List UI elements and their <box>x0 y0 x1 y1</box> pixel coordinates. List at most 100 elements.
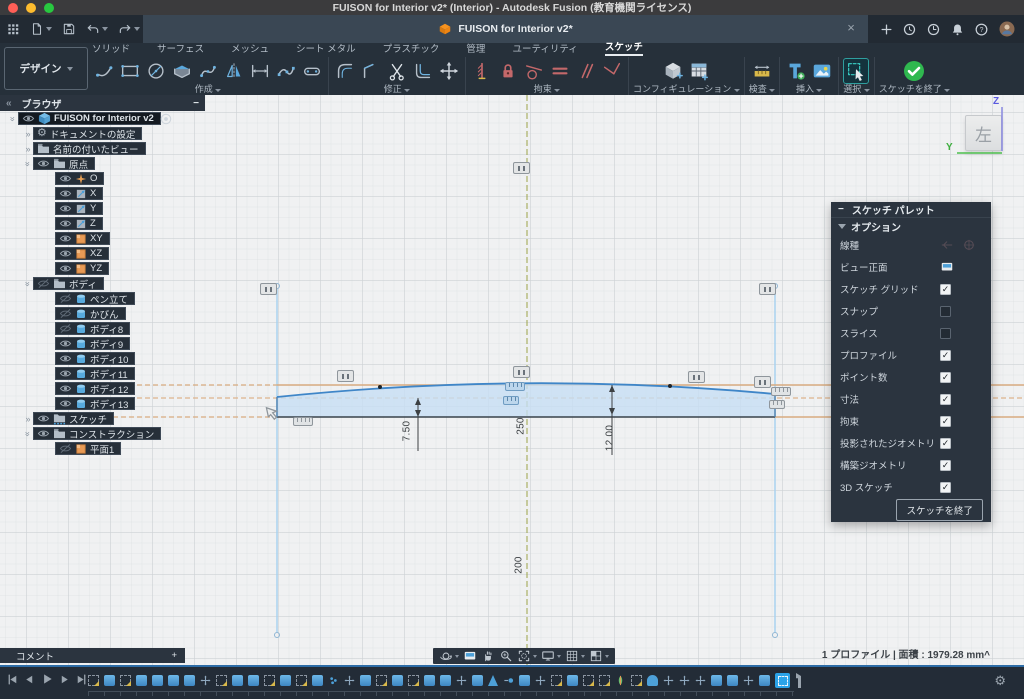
tree-item-ボディ13[interactable]: ボディ13 <box>55 397 135 410</box>
ribbon-tab-ソリッド[interactable]: ソリッド <box>92 41 130 56</box>
timeline-feature-15[interactable] <box>312 675 323 686</box>
perpendicular-constraint-icon[interactable] <box>600 59 624 83</box>
constraint-badge[interactable] <box>260 283 277 295</box>
visibility-eye-icon[interactable] <box>59 368 72 379</box>
tree-item-原点[interactable]: 原点 <box>33 157 95 170</box>
visibility-eye-icon[interactable] <box>59 203 72 214</box>
minimize-panel-icon[interactable]: − <box>193 98 199 109</box>
timeline-feature-18[interactable] <box>360 675 371 686</box>
timeline-feature-4[interactable] <box>136 675 147 686</box>
tree-item-YZ[interactable]: YZ <box>55 262 109 275</box>
visibility-eye-off-icon[interactable] <box>59 323 72 334</box>
timeline-feature-12[interactable] <box>264 675 275 686</box>
slot-tool-icon[interactable] <box>300 59 324 83</box>
ribbon-group-label[interactable]: 作成 <box>195 84 222 95</box>
tree-item-ボディ12[interactable]: ボディ12 <box>55 382 135 395</box>
timeline-feature-36[interactable] <box>647 675 658 686</box>
collapse-icon[interactable]: » <box>8 114 18 124</box>
insert-image-icon[interactable] <box>810 59 834 83</box>
timeline-feature-42[interactable] <box>743 675 754 686</box>
close-tab-icon[interactable]: × <box>842 19 860 37</box>
checkbox-構築ジオメトリ[interactable]: ✓ <box>940 460 951 471</box>
add-comment-icon[interactable]: + <box>171 650 177 661</box>
spline-tool-icon[interactable] <box>196 59 220 83</box>
timeline-feature-16[interactable] <box>328 675 339 686</box>
checkbox-プロファイル[interactable]: ✓ <box>940 350 951 361</box>
mirror-tool-icon[interactable] <box>222 59 246 83</box>
tree-item-かびん[interactable]: かびん <box>55 307 126 320</box>
zoom-icon[interactable] <box>499 649 513 663</box>
timeline-playhead[interactable] <box>796 673 801 688</box>
centerline-linetype-icon[interactable] <box>962 239 976 251</box>
timeline-feature-31[interactable] <box>567 675 578 686</box>
configuration-table-icon[interactable] <box>687 59 711 83</box>
file-menu-icon[interactable] <box>30 22 52 36</box>
checkbox-スナップ[interactable] <box>940 306 951 317</box>
ribbon-tab-プラスチック[interactable]: プラスチック <box>383 41 440 56</box>
configuration-cube-icon[interactable] <box>661 59 685 83</box>
fillet-tool-icon[interactable] <box>333 59 357 83</box>
tree-item-FUISON for Interior v2[interactable]: FUISON for Interior v2 <box>18 112 161 125</box>
ribbon-tab-メッシュ[interactable]: メッシュ <box>231 41 269 56</box>
save-icon[interactable] <box>62 22 76 36</box>
look-at-icon[interactable] <box>940 260 954 274</box>
extensions-icon[interactable] <box>902 22 917 37</box>
visibility-eye-icon[interactable] <box>59 338 72 349</box>
visibility-eye-off-icon[interactable] <box>59 293 72 304</box>
app-launcher-icon[interactable] <box>6 22 20 36</box>
timeline-feature-8[interactable] <box>200 675 211 686</box>
redo-icon[interactable] <box>118 22 140 36</box>
timeline-feature-27[interactable] <box>503 675 514 686</box>
ribbon-tab-シート メタル[interactable]: シート メタル <box>296 41 356 56</box>
tree-item-Z[interactable]: Z <box>55 217 103 230</box>
timeline-feature-1[interactable] <box>88 675 99 686</box>
new-tab-icon[interactable] <box>880 23 893 36</box>
timeline-feature-10[interactable] <box>232 675 243 686</box>
constraint-badge[interactable] <box>759 283 776 295</box>
dimension-value-250[interactable]: 250 <box>516 417 527 435</box>
viewports-icon[interactable] <box>589 649 609 663</box>
timeline-feature-35[interactable] <box>631 675 642 686</box>
timeline-feature-39[interactable] <box>695 675 706 686</box>
ribbon-group-label[interactable]: 修正 <box>384 84 411 95</box>
ribbon-tab-スケッチ[interactable]: スケッチ <box>605 39 643 56</box>
tree-item-Y[interactable]: Y <box>55 202 103 215</box>
timeline-feature-6[interactable] <box>168 675 179 686</box>
constraint-badge[interactable] <box>513 162 530 174</box>
visibility-eye-icon[interactable] <box>37 428 50 439</box>
timeline-feature-43[interactable] <box>759 675 770 686</box>
endpoint-circle[interactable] <box>773 633 778 638</box>
grid-settings-icon[interactable] <box>565 649 585 663</box>
construction-linetype-icon[interactable] <box>940 239 954 251</box>
angle-chip-icon[interactable] <box>503 396 519 405</box>
timeline-feature-41[interactable] <box>727 675 738 686</box>
rectangle-tool-icon[interactable] <box>118 59 142 83</box>
comments-bar[interactable]: コメント + <box>0 648 185 663</box>
collapse-left-icon[interactable]: « <box>6 98 12 109</box>
checkbox-ポイント数[interactable]: ✓ <box>940 372 951 383</box>
visibility-eye-off-icon[interactable] <box>59 443 72 454</box>
dimension-chip-icon[interactable] <box>293 417 313 426</box>
timeline-feature-37[interactable] <box>663 675 674 686</box>
tree-item-コンストラクション[interactable]: コンストラクション <box>33 427 161 440</box>
timeline-feature-24[interactable] <box>456 675 467 686</box>
tree-item-平面1[interactable]: 平面1 <box>55 442 121 455</box>
tree-item-名前の付いたビュー[interactable]: 名前の付いたビュー <box>33 142 146 155</box>
parallel-constraint-icon[interactable] <box>574 59 598 83</box>
timeline-feature-44[interactable] <box>775 673 790 688</box>
chamfer-tool-icon[interactable] <box>359 59 383 83</box>
checkbox-3D スケッチ[interactable]: ✓ <box>940 482 951 493</box>
timeline-feature-14[interactable] <box>296 675 307 686</box>
visibility-eye-off-icon[interactable] <box>59 308 72 319</box>
visibility-eye-icon[interactable] <box>59 353 72 364</box>
timeline-feature-22[interactable] <box>424 675 435 686</box>
visibility-eye-icon[interactable] <box>59 173 72 184</box>
checkbox-投影されたジオメトリ[interactable]: ✓ <box>940 438 951 449</box>
ribbon-tab-サーフェス[interactable]: サーフェス <box>157 41 204 56</box>
constraint-badge[interactable] <box>513 366 530 378</box>
timeline-feature-9[interactable] <box>216 675 227 686</box>
spline-point[interactable] <box>668 384 672 388</box>
timeline-feature-29[interactable] <box>535 675 546 686</box>
look-at-icon[interactable] <box>463 649 477 663</box>
dimension-chip-icon[interactable] <box>771 387 791 396</box>
